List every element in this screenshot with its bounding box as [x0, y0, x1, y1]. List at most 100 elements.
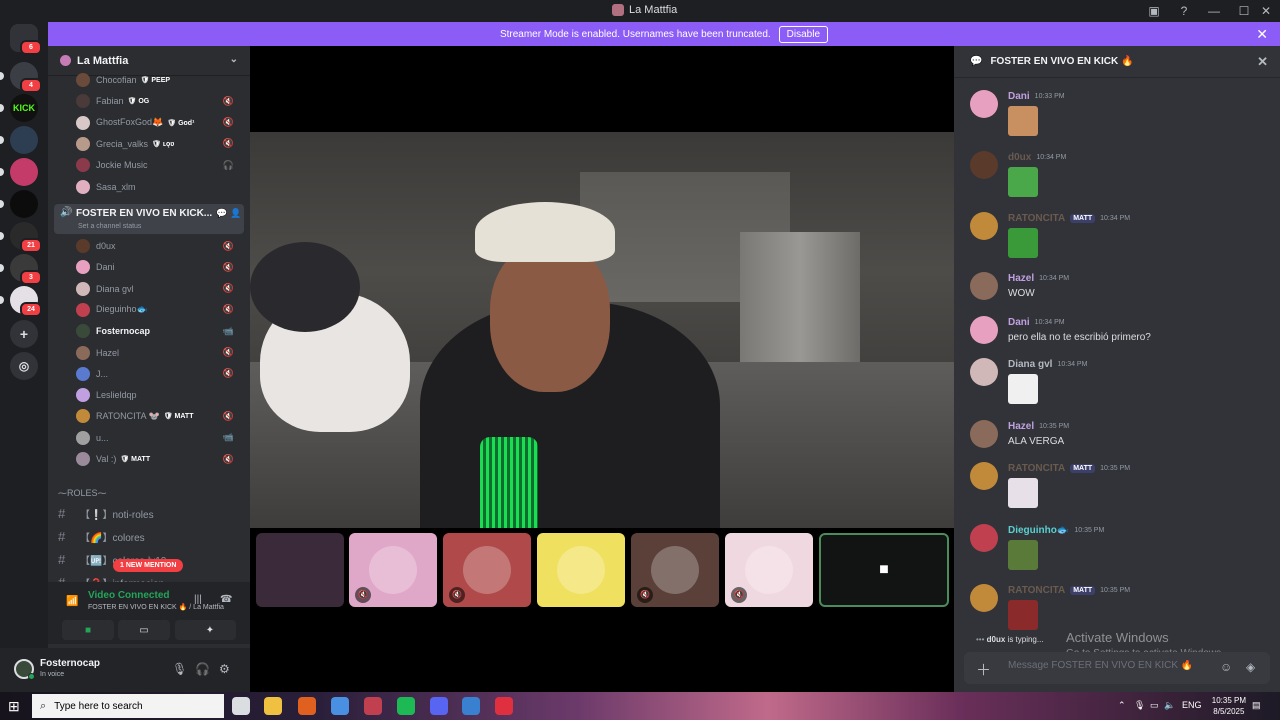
discord-home[interactable]: 6 — [10, 24, 42, 55]
chat-bubble-icon[interactable]: 💬 — [216, 208, 227, 219]
main-video-feed[interactable] — [250, 132, 954, 528]
avatar[interactable] — [970, 420, 998, 448]
app-8-icon[interactable] — [495, 697, 513, 715]
voice-user[interactable]: Chocofian 🛡 PEEP — [76, 70, 244, 90]
voice-user[interactable]: Hazel 🔇 — [76, 343, 244, 363]
emoji-icon[interactable]: ☺ — [1220, 660, 1232, 674]
microphone-icon[interactable]: 🎙 — [172, 662, 187, 676]
taskbar-clock[interactable]: 10:35 PM 8/5/2025 — [1212, 695, 1246, 717]
server-6[interactable]: 21 — [10, 222, 42, 253]
disable-streamer-mode-button[interactable]: Disable — [778, 25, 829, 43]
help-icon[interactable]: ? — [1176, 3, 1192, 19]
firefox-icon[interactable] — [298, 697, 316, 715]
avatar[interactable] — [970, 151, 998, 179]
message-author[interactable]: d0ux — [1008, 152, 1031, 163]
soundboard-button[interactable]: ✦ — [184, 620, 236, 640]
disconnect-icon[interactable]: ☎ — [220, 594, 232, 605]
gamepad-icon[interactable]: ◈ — [1246, 660, 1255, 674]
app-4-icon[interactable] — [364, 697, 382, 715]
avatar[interactable] — [970, 212, 998, 240]
avatar[interactable] — [970, 524, 998, 552]
server-5[interactable] — [10, 190, 38, 218]
notification-icon[interactable]: ▤ — [1252, 700, 1261, 711]
message-author[interactable]: Hazel — [1008, 421, 1034, 432]
voice-status[interactable]: Video Connected — [88, 590, 170, 601]
tile-diana[interactable]: 🔇 — [631, 533, 719, 607]
taskbar-search[interactable]: ⌕ Type here to search — [32, 694, 224, 718]
avatar[interactable] — [970, 584, 998, 612]
server-7[interactable]: 3 — [10, 254, 42, 285]
voice-channel-path[interactable]: FOSTER EN VIVO EN KICK 🔥 / La Mattfia — [88, 603, 224, 611]
voice-user[interactable]: J... 🔇 — [76, 364, 244, 384]
message-author[interactable]: RATONCITA — [1008, 213, 1065, 224]
voice-channel-foster[interactable]: 🔊 FOSTER EN VIVO EN KICK... Set a channe… — [54, 204, 244, 234]
message-author[interactable]: Dieguinho🐟 — [1008, 525, 1069, 536]
voice-user[interactable]: u... 📹 — [76, 428, 244, 448]
voice-user[interactable]: Val :) 🛡 MATT 🔇 — [76, 449, 244, 469]
message-author[interactable]: Dani — [1008, 91, 1030, 102]
avatar[interactable] — [970, 462, 998, 490]
close-chat-icon[interactable]: ✕ — [1257, 54, 1268, 70]
avatar[interactable] — [970, 358, 998, 386]
server-8[interactable]: 24 — [10, 286, 42, 317]
voice-user[interactable]: Diana gvl 🔇 — [76, 279, 244, 299]
message-author[interactable]: RATONCITA — [1008, 585, 1065, 596]
voice-user[interactable]: Jockie Music 🎧 — [76, 155, 244, 175]
close-banner-icon[interactable]: ✕ — [1256, 26, 1268, 43]
server-kick[interactable]: KICK — [10, 94, 38, 122]
message-author[interactable]: Dani — [1008, 317, 1030, 328]
avatar[interactable] — [970, 90, 998, 118]
voice-user[interactable]: Grecia_valks 🛡 ʟǫʋ 🔇 — [76, 134, 244, 154]
voice-user[interactable]: Fabian 🛡 OG 🔇 — [76, 91, 244, 111]
tile-j[interactable] — [537, 533, 625, 607]
camera-button[interactable]: ■ — [62, 620, 114, 640]
chevron-down-icon[interactable]: ⌄ — [230, 54, 238, 65]
windows-start-icon[interactable]: ⊞ — [8, 698, 20, 715]
chevron-up-icon[interactable]: ⌃ — [1118, 700, 1126, 711]
volume-icon[interactable]: 🔈 — [1164, 700, 1175, 711]
channel-status[interactable]: Set a channel status — [78, 223, 141, 230]
server-1[interactable]: 4 — [10, 62, 42, 93]
tile-dieguinho[interactable]: 🔇 — [443, 533, 531, 607]
headphones-icon[interactable]: 🎧 — [195, 662, 210, 676]
network-icon[interactable]: ▭ — [1150, 700, 1159, 711]
category-roles[interactable]: ⁓ROLES⁓ — [58, 488, 107, 499]
inbox-icon[interactable]: ▣ — [1146, 3, 1162, 19]
avatar[interactable] — [970, 272, 998, 300]
screen-share-button[interactable]: ▭ — [118, 620, 170, 640]
voice-user[interactable]: Fosternocap 📹 — [76, 321, 244, 341]
new-mention-badge[interactable]: 1 NEW MENTION — [113, 559, 184, 572]
voice-user[interactable]: d0ux 🔇 — [76, 236, 244, 256]
text-channel[interactable]: # 【❕】noti-roles — [58, 503, 244, 523]
server-3[interactable] — [10, 126, 38, 154]
add-server-icon[interactable]: + — [10, 320, 38, 348]
username[interactable]: Fosternocap — [40, 658, 100, 669]
message-author[interactable]: Diana gvl — [1008, 359, 1052, 370]
voice-user[interactable]: RATONCITA 🐭 🛡 MATT 🔇 — [76, 406, 244, 426]
file-explorer-icon[interactable] — [264, 697, 282, 715]
message-author[interactable]: RATONCITA — [1008, 463, 1065, 474]
maximize-icon[interactable]: ☐ — [1236, 3, 1252, 19]
message-author[interactable]: Hazel — [1008, 273, 1034, 284]
avatar[interactable] — [970, 316, 998, 344]
message-input[interactable] — [1008, 660, 1208, 671]
spotify-icon[interactable] — [397, 697, 415, 715]
chrome-2-icon[interactable] — [462, 697, 480, 715]
task-view-icon[interactable] — [232, 697, 250, 715]
language-indicator[interactable]: ENG — [1182, 700, 1202, 710]
noise-suppression-icon[interactable]: ||| — [194, 594, 202, 605]
gear-icon[interactable]: ⚙ — [219, 662, 230, 676]
voice-user[interactable]: Leslieldqp — [76, 385, 244, 405]
discord-icon[interactable] — [430, 697, 448, 715]
microphone-tray-icon[interactable]: 🎙 — [1134, 700, 1145, 711]
tile-camera-off[interactable]: ■ — [819, 533, 949, 607]
voice-user[interactable]: Dani 🔇 — [76, 257, 244, 277]
voice-user[interactable]: GhostFoxGod🦊 🛡 God¹ 🔇 — [76, 113, 244, 133]
chrome-icon[interactable] — [331, 697, 349, 715]
close-window-icon[interactable]: ✕ — [1258, 3, 1274, 19]
add-user-icon[interactable]: 👤 — [230, 208, 241, 219]
minimize-icon[interactable]: — — [1206, 3, 1222, 19]
tile-dani[interactable]: 🔇 — [349, 533, 437, 607]
discover-icon[interactable]: ◎ — [10, 352, 38, 380]
signal-icon[interactable]: 📶 — [66, 596, 78, 607]
